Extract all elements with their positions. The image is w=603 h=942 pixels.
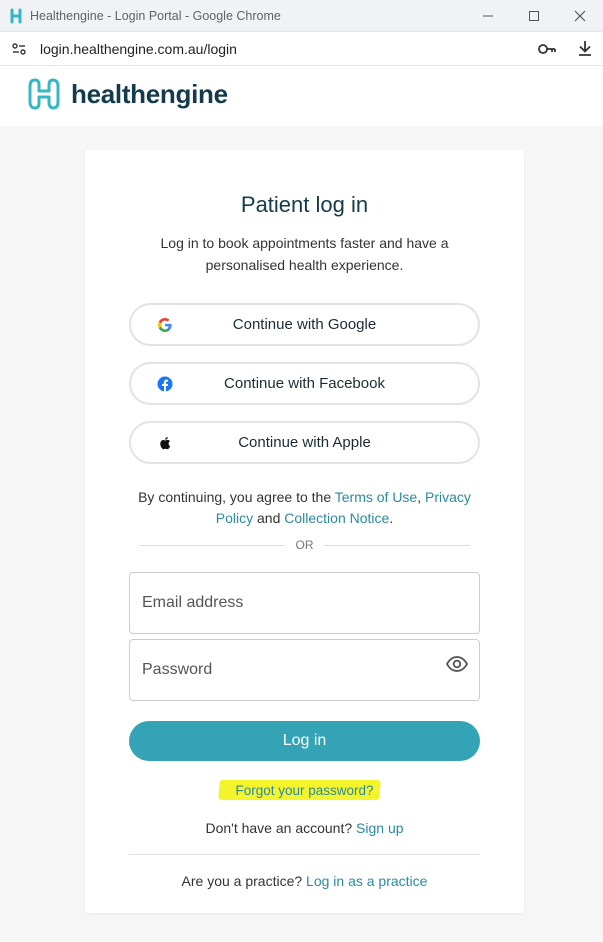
terms-of-use-link[interactable]: Terms of Use <box>335 489 417 505</box>
brand-name[interactable]: healthengine <box>71 79 228 110</box>
or-divider: OR <box>139 538 470 552</box>
email-field-container <box>129 572 480 634</box>
login-card: Patient log in Log in to book appointmen… <box>85 150 524 913</box>
maximize-icon <box>529 11 539 21</box>
continue-with-facebook-button[interactable]: Continue with Facebook <box>129 362 480 405</box>
maximize-button[interactable] <box>511 0 557 32</box>
terms-notice: By continuing, you agree to the Terms of… <box>129 487 480 529</box>
password-field-container <box>129 639 480 701</box>
tune-icon <box>12 42 26 55</box>
practice-prompt: Are you a practice? Log in as a practice <box>85 873 524 889</box>
terms-prefix: By continuing, you agree to the <box>138 489 335 505</box>
apple-icon <box>160 437 171 450</box>
practice-prompt-text: Are you a practice? <box>181 873 307 889</box>
email-input[interactable] <box>130 573 479 633</box>
signup-link[interactable]: Sign up <box>356 820 403 836</box>
window-titlebar: Healthengine - Login Portal - Google Chr… <box>0 0 603 32</box>
continue-with-google-button[interactable]: Continue with Google <box>129 303 480 346</box>
google-icon <box>158 318 172 332</box>
terms-and: and <box>253 510 285 526</box>
window-title: Healthengine - Login Portal - Google Chr… <box>30 8 281 23</box>
terms-separator: , <box>417 489 425 505</box>
address-bar: login.healthengine.com.au/login <box>0 32 603 66</box>
signup-prompt: Don't have an account? Sign up <box>85 820 524 836</box>
page-title: Patient log in <box>240 192 369 217</box>
facebook-icon <box>157 376 173 392</box>
key-icon[interactable] <box>537 40 557 58</box>
forgot-password-link[interactable]: Forgot your password? <box>85 783 524 798</box>
collection-notice-link[interactable]: Collection Notice <box>284 510 389 526</box>
minimize-icon <box>483 15 493 17</box>
terms-suffix: . <box>389 510 394 526</box>
site-header: healthengine <box>0 66 603 126</box>
google-button-label: Continue with Google <box>232 316 377 333</box>
apple-button-label: Continue with Apple <box>238 434 371 451</box>
practice-login-link[interactable]: Log in as a practice <box>306 873 427 889</box>
or-line-right <box>324 545 470 546</box>
password-input[interactable] <box>130 640 479 700</box>
minimize-button[interactable] <box>465 0 511 32</box>
download-icon[interactable] <box>575 38 595 58</box>
eye-icon[interactable] <box>445 653 469 675</box>
healthengine-favicon-icon <box>10 8 22 23</box>
window-controls <box>465 0 603 32</box>
url-field[interactable]: login.healthengine.com.au/login <box>40 41 237 57</box>
facebook-button-label: Continue with Facebook <box>224 375 385 392</box>
site-info-button[interactable] <box>10 40 28 58</box>
close-button[interactable] <box>557 0 603 32</box>
signup-prompt-text: Don't have an account? <box>205 820 357 836</box>
footer-divider <box>129 854 480 855</box>
page-subtitle: Log in to book appointments faster and h… <box>160 235 449 273</box>
continue-with-apple-button[interactable]: Continue with Apple <box>129 421 480 464</box>
login-button[interactable]: Log in <box>129 721 480 761</box>
healthengine-logo-icon[interactable] <box>24 76 64 112</box>
close-icon <box>574 10 586 22</box>
